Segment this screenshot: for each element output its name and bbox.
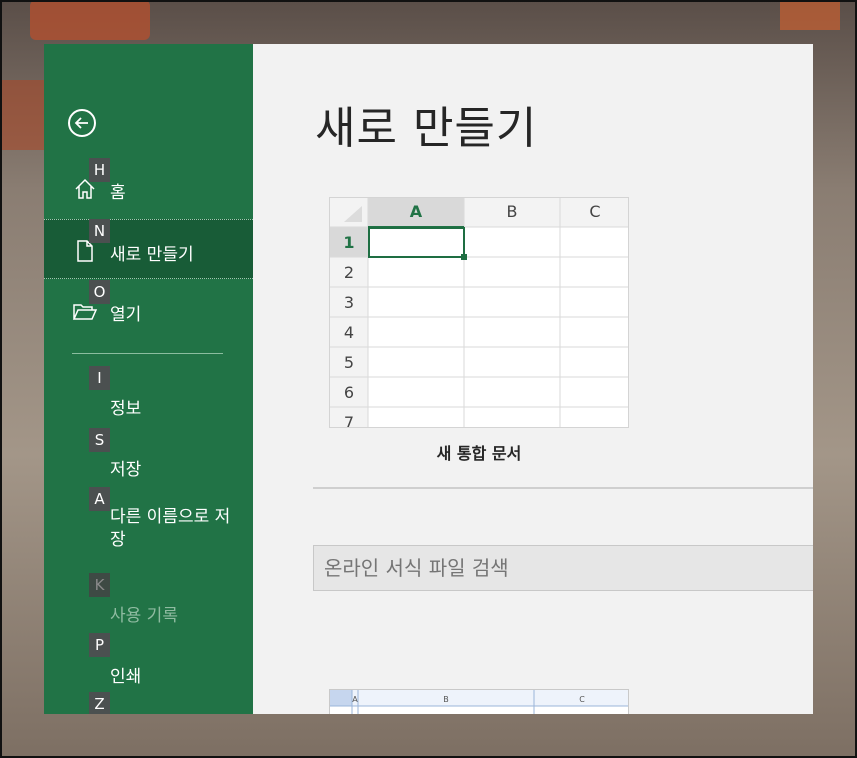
page-title: 새로 만들기 — [315, 103, 538, 154]
template-label[interactable]: 새 통합 문서 — [329, 440, 629, 464]
thumb-column-label: C — [579, 695, 585, 704]
template-thumbnail[interactable]: A B C — [329, 689, 629, 714]
nav-item-label: 사용 기록 — [110, 606, 178, 626]
row-header-label: 3 — [344, 293, 354, 312]
nav-item-save[interactable]: 저장 — [44, 435, 253, 495]
template-search-input[interactable] — [313, 545, 813, 591]
section-divider — [313, 487, 813, 489]
keytip-badge: S — [89, 428, 110, 452]
spreadsheet-preview: A B C 1 2 3 4 5 6 7 — [330, 198, 628, 428]
nav-item-open[interactable]: 열기 — [44, 280, 253, 340]
spreadsheet-preview: A B C — [330, 690, 628, 714]
row-header-label: 4 — [344, 323, 354, 342]
new-pane: 새로 만들기 A B C 1 2 3 4 5 6 7 새 통합 문서 A B C — [253, 44, 813, 714]
keytip-badge: P — [89, 633, 110, 657]
nav-item-label: 저장 — [110, 460, 142, 480]
column-header-label: B — [507, 202, 518, 221]
thumb-column-label: B — [443, 695, 449, 704]
nav-item-save-as[interactable]: 다른 이름으로 저장 — [44, 490, 253, 560]
nav-item-label: 새로 만들기 — [110, 245, 194, 265]
keytip-badge: A — [89, 487, 110, 511]
nav-item-label: 다른 이름으로 저장 — [110, 507, 231, 550]
row-header-label: 7 — [344, 413, 354, 428]
background-decoration — [0, 80, 44, 150]
keytip-badge: H — [89, 158, 110, 182]
row-header-label: 1 — [343, 233, 354, 252]
background-decoration — [780, 0, 840, 30]
column-header-label: C — [589, 202, 600, 221]
keytip-badge: Z — [89, 692, 110, 714]
nav-item-home[interactable]: 홈 — [44, 158, 253, 218]
row-header-label: 6 — [344, 383, 354, 402]
nav-separator — [72, 353, 223, 354]
fill-handle — [461, 254, 467, 260]
keytip-badge: O — [89, 280, 110, 304]
nav-item-info[interactable]: 정보 — [44, 374, 253, 434]
background-decoration — [30, 0, 150, 40]
nav-item-label: 열기 — [110, 305, 142, 325]
nav-item-label: 인쇄 — [110, 667, 142, 687]
nav-item-history: 사용 기록 — [44, 581, 253, 641]
thumb-corner — [330, 690, 352, 706]
active-cell — [368, 227, 465, 258]
back-button[interactable] — [68, 109, 96, 137]
backstage-nav: 홈 H 새로 만들기 N 열기 O 정보 I 저장 S 다른 이름으로 저장 A… — [44, 44, 253, 714]
column-header-label: A — [410, 202, 423, 221]
row-header-label: 2 — [344, 263, 354, 282]
blank-workbook-template[interactable]: A B C 1 2 3 4 5 6 7 — [329, 197, 629, 428]
backstage-window: 홈 H 새로 만들기 N 열기 O 정보 I 저장 S 다른 이름으로 저장 A… — [44, 44, 813, 714]
nav-item-print[interactable]: 인쇄 — [44, 642, 253, 702]
row-header-label: 5 — [344, 353, 354, 372]
keytip-badge: N — [89, 219, 110, 243]
nav-item-new[interactable]: 새로 만들기 — [44, 219, 253, 279]
thumb-column-label: A — [352, 695, 358, 704]
nav-item-label: 홈 — [110, 183, 126, 203]
back-arrow-icon — [74, 117, 88, 129]
keytip-badge: K — [89, 573, 110, 597]
nav-item-label: 정보 — [110, 399, 142, 419]
keytip-badge: I — [89, 366, 110, 390]
